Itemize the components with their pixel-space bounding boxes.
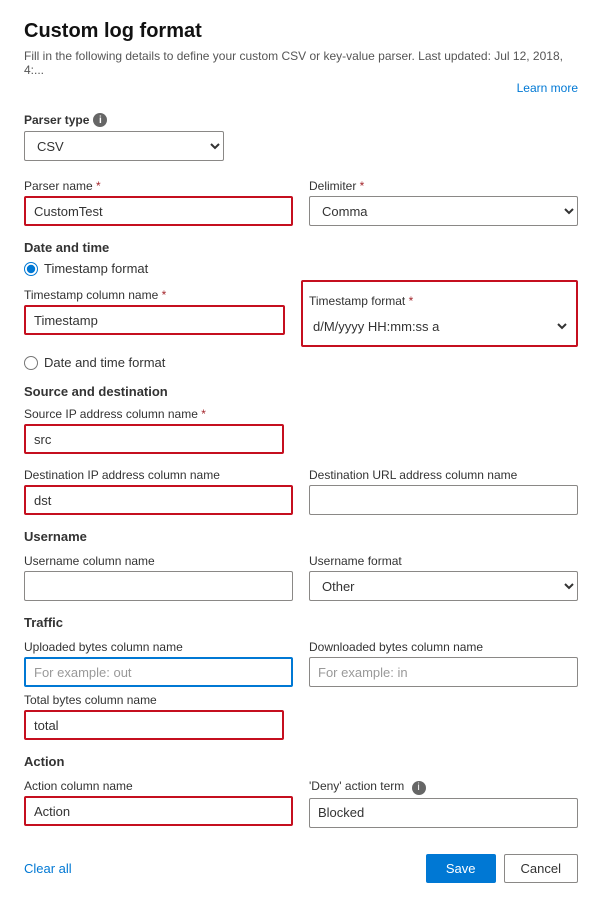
deny-term-label: 'Deny' action term i	[309, 779, 578, 795]
parser-type-info-icon: i	[93, 113, 107, 127]
learn-more-link[interactable]: Learn more	[517, 81, 578, 95]
action-col-input[interactable]	[24, 796, 293, 826]
date-time-format-radio[interactable]: Date and time format	[24, 355, 578, 370]
dest-url-label: Destination URL address column name	[309, 468, 578, 482]
username-col-label: Username column name	[24, 554, 293, 568]
uploaded-bytes-label: Uploaded bytes column name	[24, 640, 293, 654]
parser-name-input[interactable]	[24, 196, 293, 226]
uploaded-bytes-input[interactable]	[24, 657, 293, 687]
username-format-label: Username format	[309, 554, 578, 568]
dest-ip-input[interactable]	[24, 485, 293, 515]
parser-type-label: Parser type	[24, 113, 89, 127]
source-ip-input[interactable]	[24, 424, 284, 454]
username-heading: Username	[24, 529, 578, 544]
action-col-label: Action column name	[24, 779, 293, 793]
timestamp-format-label: Timestamp format	[309, 294, 570, 308]
deny-term-info-icon: i	[412, 781, 426, 795]
source-ip-label: Source IP address column name	[24, 407, 578, 421]
traffic-heading: Traffic	[24, 615, 578, 630]
deny-term-input[interactable]	[309, 798, 578, 828]
total-bytes-label: Total bytes column name	[24, 693, 578, 707]
timestamp-col-label: Timestamp column name	[24, 288, 285, 302]
parser-name-label: Parser name	[24, 179, 293, 193]
save-button[interactable]: Save	[426, 854, 496, 883]
dest-ip-label: Destination IP address column name	[24, 468, 293, 482]
parser-type-select[interactable]: CSV	[24, 131, 224, 161]
timestamp-col-input[interactable]	[24, 305, 285, 335]
total-bytes-input[interactable]	[24, 710, 284, 740]
timestamp-format-radio[interactable]: Timestamp format	[24, 261, 578, 276]
clear-all-link[interactable]: Clear all	[24, 861, 72, 876]
page-subtitle: Fill in the following details to define …	[24, 49, 578, 77]
delimiter-label: Delimiter	[309, 179, 578, 193]
date-time-heading: Date and time	[24, 240, 578, 255]
source-dest-heading: Source and destination	[24, 384, 578, 399]
username-format-select[interactable]: Other domain\user user@domain	[309, 571, 578, 601]
page-title: Custom log format	[24, 20, 578, 43]
timestamp-format-select[interactable]: d/M/yyyy HH:mm:ss a	[309, 311, 570, 341]
cancel-button[interactable]: Cancel	[504, 854, 578, 883]
username-col-input[interactable]	[24, 571, 293, 601]
downloaded-bytes-input[interactable]	[309, 657, 578, 687]
downloaded-bytes-label: Downloaded bytes column name	[309, 640, 578, 654]
dest-url-input[interactable]	[309, 485, 578, 515]
action-heading: Action	[24, 754, 578, 769]
delimiter-select[interactable]: Comma	[309, 196, 578, 226]
